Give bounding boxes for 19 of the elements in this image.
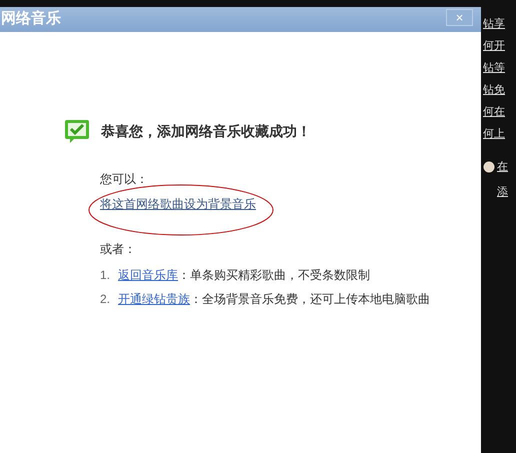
- sidebar-link[interactable]: 钻等: [481, 61, 516, 75]
- option-link[interactable]: 返回音乐库: [118, 268, 178, 282]
- sidebar-link[interactable]: 何上: [481, 127, 516, 141]
- list-number: 1.: [100, 267, 110, 284]
- sidebar-link[interactable]: 添: [497, 184, 508, 200]
- sidebar-link[interactable]: 钻享: [481, 17, 516, 31]
- intro-text: 您可以：: [100, 171, 148, 188]
- sidebar-link[interactable]: 钻免: [481, 83, 516, 97]
- alternative-label: 或者：: [100, 241, 136, 258]
- list-number: 2.: [100, 291, 110, 308]
- check-icon: [65, 120, 89, 143]
- window-title: 网络音乐: [0, 9, 61, 30]
- option-text: 返回音乐库：单条购买精彩歌曲，不受条数限制: [118, 267, 370, 284]
- option-text: 开通绿钻贵族：全场背景音乐免费，还可上传本地电脑歌曲: [118, 291, 430, 308]
- option-link[interactable]: 开通绿钻贵族: [118, 292, 190, 306]
- sidebar-link[interactable]: 何在: [481, 105, 516, 119]
- sidebar-link[interactable]: 何开: [481, 39, 516, 53]
- sidebar-link[interactable]: 在: [497, 159, 508, 176]
- success-heading: 恭喜您，添加网络音乐收藏成功！: [101, 122, 311, 141]
